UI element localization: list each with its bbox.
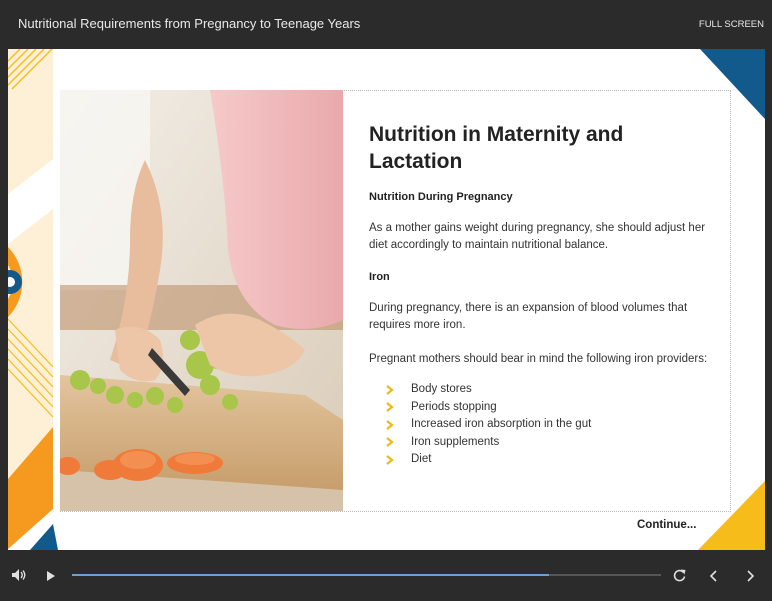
next-icon[interactable]	[746, 569, 755, 587]
course-title: Nutritional Requirements from Pregnancy …	[18, 16, 361, 31]
slide-content: Nutrition in Maternity and Lactation Nut…	[369, 121, 709, 469]
slide-heading: Nutrition in Maternity and Lactation	[369, 123, 624, 173]
iron-providers-list: Body stores Periods stopping Increased i…	[369, 381, 709, 469]
section-subheading: Nutrition During Pregnancy	[369, 191, 513, 203]
chevron-right-icon	[385, 454, 411, 465]
list-item: Diet	[385, 451, 709, 469]
list-item-label: Diet	[411, 453, 432, 465]
chevron-right-icon	[385, 419, 411, 430]
progress-fill	[72, 574, 550, 576]
iron-paragraph: During pregnancy, there is an expansion …	[369, 302, 688, 331]
chevron-right-icon	[385, 402, 411, 413]
list-item: Body stores	[385, 381, 709, 399]
previous-icon[interactable]	[709, 569, 718, 587]
list-item-label: Iron supplements	[411, 435, 500, 448]
play-icon[interactable]	[46, 569, 56, 587]
list-item-label: Body stores	[411, 383, 472, 395]
list-item: Increased iron absorption in the gut	[385, 416, 709, 434]
continue-button[interactable]: Continue...	[637, 519, 696, 531]
top-bar: Nutritional Requirements from Pregnancy …	[0, 0, 772, 48]
progress-bar[interactable]	[72, 574, 661, 576]
list-item: Periods stopping	[385, 399, 709, 417]
slide: Nutrition in Maternity and Lactation Nut…	[8, 49, 765, 550]
list-item-label: Periods stopping	[411, 400, 497, 413]
list-item: Iron supplements	[385, 434, 709, 452]
iron-subheading: Iron	[369, 271, 390, 283]
intro-paragraph: As a mother gains weight during pregnanc…	[369, 222, 706, 251]
player-controls	[0, 556, 772, 601]
replay-icon[interactable]	[673, 568, 686, 587]
fullscreen-button[interactable]: FULL SCREEN	[699, 19, 764, 30]
chevron-right-icon	[385, 437, 411, 448]
providers-intro-paragraph: Pregnant mothers should bear in mind the…	[369, 353, 708, 365]
volume-icon[interactable]	[11, 568, 27, 587]
list-item-label: Increased iron absorption in the gut	[411, 418, 592, 430]
chevron-right-icon	[385, 384, 411, 395]
pregnant-woman-cutting-vegetables-photo	[60, 90, 343, 511]
